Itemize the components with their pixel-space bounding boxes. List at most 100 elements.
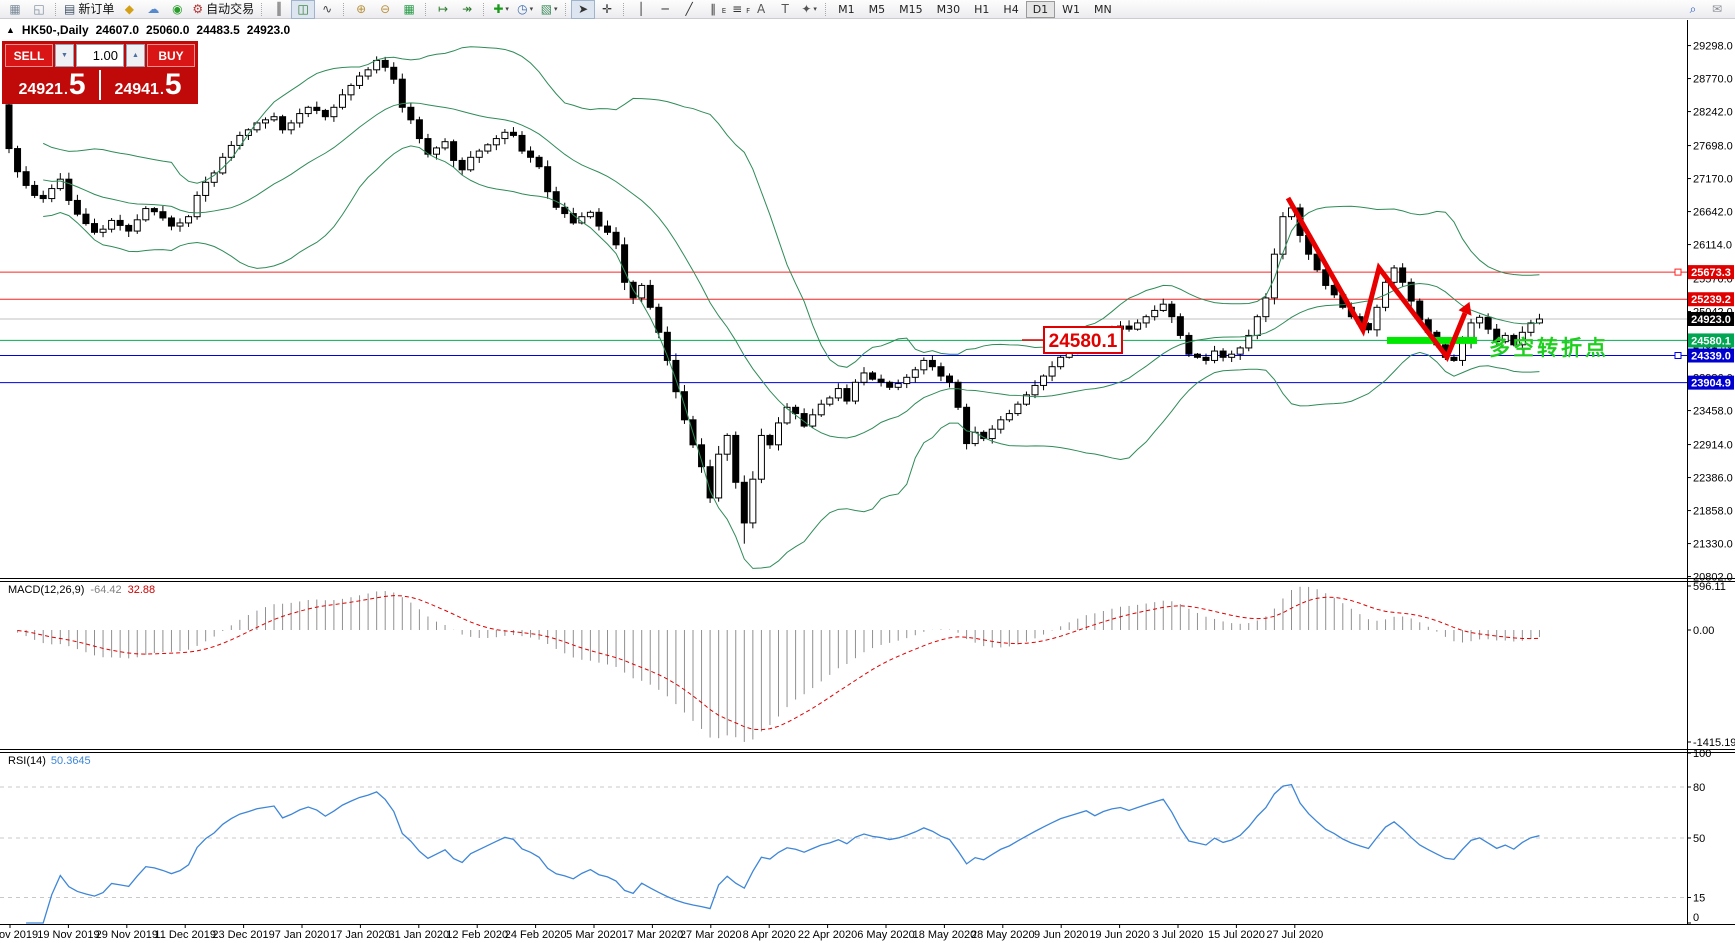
bollinger-bands (42, 46, 1540, 569)
panel-collapse-icon[interactable]: ▲ (6, 25, 15, 35)
svg-text:24339.0: 24339.0 (1691, 351, 1731, 363)
timeframe-m30[interactable]: M30 (930, 1, 968, 18)
svg-text:18 May 2020: 18 May 2020 (913, 929, 977, 941)
bar-chart-icon[interactable]: ║ (267, 0, 291, 19)
buy-button[interactable]: BUY (147, 44, 195, 67)
crosshair-icon[interactable]: ✛ (595, 0, 619, 19)
new-order-icon-glyph: ▤ (64, 1, 76, 16)
chart-area: 29298.0 28770.0 28242.0 27698.0 27170.0 26642… (0, 20, 1735, 941)
sell-price[interactable]: 24921 . 5 (5, 68, 99, 101)
fibonacci-icon[interactable]: ≡ F (725, 0, 750, 19)
pane-separators[interactable] (0, 578, 1735, 925)
svg-text:24923.0: 24923.0 (1691, 314, 1731, 326)
horizontal-line-icon[interactable]: ─ (653, 0, 677, 19)
candles (5, 56, 1543, 544)
timeframe-m5[interactable]: M5 (862, 1, 893, 18)
svg-text:3 Jul 2020: 3 Jul 2020 (1153, 929, 1204, 941)
timeframe-h4[interactable]: H4 (996, 1, 1025, 18)
new-order-icon-label: 新订单 (78, 1, 115, 16)
buy-price-frac: 5 (164, 68, 182, 101)
macd-axis: 596.110.00-1415.19 (1687, 581, 1735, 749)
periods-icon[interactable]: ◷ ▾ (513, 0, 537, 19)
svg-text:17 Jan 2020: 17 Jan 2020 (330, 929, 391, 941)
timeframe-mn[interactable]: MN (1087, 1, 1119, 18)
cursor-icon[interactable]: ➤ (571, 0, 596, 19)
ohlc-close: 24923.0 (246, 23, 291, 37)
bollinger-middle (43, 102, 1540, 439)
templates-icon-glyph: ▧ (540, 1, 553, 16)
vertical-line-icon[interactable]: │ (629, 0, 653, 19)
timeframe-m15[interactable]: M15 (892, 1, 930, 18)
timeframe-w1[interactable]: W1 (1055, 1, 1087, 18)
svg-text:7 Nov 2019: 7 Nov 2019 (0, 929, 38, 941)
panels-icon-glyph: ▦ (9, 1, 21, 16)
line-chart-icon-glyph: ∿ (322, 1, 333, 16)
buy-price[interactable]: 24941 . 5 (101, 68, 195, 101)
timeframe-h1[interactable]: H1 (967, 1, 996, 18)
dropdown-caret-icon: ▾ (554, 4, 558, 13)
chat-icon[interactable]: ✉ (1705, 0, 1729, 19)
price-callout-text: 24580.1 (1049, 331, 1118, 352)
hline-handle[interactable] (1674, 268, 1682, 276)
arrows-icon[interactable]: ✦ ▾ (797, 0, 821, 19)
publisher-icon-glyph: ☁ (147, 1, 160, 16)
equidistant-channel-icon[interactable]: ∥ E (701, 0, 726, 19)
text-label-icon[interactable]: T (773, 0, 797, 19)
svg-text:22914.0: 22914.0 (1693, 440, 1733, 452)
svg-text:15 Jul 2020: 15 Jul 2020 (1208, 929, 1265, 941)
sell-button[interactable]: SELL (5, 44, 53, 67)
templates-icon[interactable]: ▧ ▾ (537, 0, 561, 19)
signal-icon[interactable]: ◉ (165, 0, 189, 19)
panels-icon[interactable]: ▦ (3, 0, 27, 19)
timeframe-m1[interactable]: M1 (831, 1, 862, 18)
toolbar-separator (623, 2, 625, 16)
candlestick-chart-icon[interactable]: ◫ (291, 0, 316, 19)
auto-scroll-icon-glyph: ↦ (438, 1, 449, 16)
fibonacci-icon-glyph: ≡ (732, 1, 743, 16)
new-order-icon[interactable]: ▤ 新订单 (61, 0, 117, 19)
horizontal-lines[interactable] (0, 271, 1687, 384)
rsi-label: RSI(14) 50.3645 (8, 755, 91, 767)
chart-shift-icon[interactable]: ↠ (455, 0, 479, 19)
vertical-line-icon-glyph: │ (637, 1, 645, 16)
indicators-icon[interactable]: ✚ ▾ (489, 0, 513, 19)
svg-text:28242.0: 28242.0 (1693, 107, 1733, 119)
volume-input[interactable]: 1.00 (76, 44, 124, 67)
one-click-trading-panel: SELL ▼ 1.00 ▲ BUY 24921 . 5 24941 . 5 (2, 41, 198, 104)
date-axis[interactable]: 7 Nov 201919 Nov 201929 Nov 201911 Dec 2… (0, 925, 1323, 941)
text-icon[interactable]: A (749, 0, 773, 19)
styler-icon[interactable]: ◆ (117, 0, 141, 19)
toolbar-separator (565, 2, 567, 16)
line-chart-icon[interactable]: ∿ (315, 0, 339, 19)
toolbar: ▦ ◱ ▤ 新订单 ◆ ☁ ◉ ⚙ 自动交易 ║ ◫ ∿ ⊕ ⊖ ▦ ↦ ↠ ✚ ▾ ◷ ▾ ▧ ▾ ➤ ✛ │ ─ ╱ ∥ E ≡ F A T ✦… (0, 0, 1735, 19)
zoom-in-icon[interactable]: ⊕ (349, 0, 373, 19)
timeframe-d1[interactable]: D1 (1025, 0, 1056, 18)
zoom-out-icon[interactable]: ⊖ (373, 0, 397, 19)
sell-price-frac: 5 (68, 68, 86, 101)
svg-text:21330.0: 21330.0 (1693, 539, 1733, 551)
svg-text:21858.0: 21858.0 (1693, 506, 1733, 518)
ohlc-high: 25060.0 (146, 23, 190, 37)
volume-decrease-button[interactable]: ▼ (55, 44, 74, 67)
volume-increase-button[interactable]: ▲ (126, 44, 145, 67)
svg-text:26642.0: 26642.0 (1693, 207, 1733, 219)
periods-icon-glyph: ◷ (517, 1, 528, 16)
auto-scroll-icon[interactable]: ↦ (431, 0, 455, 19)
search-icon[interactable]: ⌕ (1681, 0, 1705, 19)
tile-windows-icon[interactable]: ▦ (397, 0, 421, 19)
svg-text:80: 80 (1693, 782, 1705, 794)
trendline-icon[interactable]: ╱ (677, 0, 701, 19)
dropdown-caret-icon: ▾ (505, 4, 509, 13)
cursor-icon-glyph: ➤ (578, 1, 589, 16)
arrows-icon-glyph: ✦ (801, 1, 812, 16)
publisher-icon[interactable]: ☁ (141, 0, 165, 19)
autotrading-icon-glyph: ⚙ (192, 1, 204, 16)
signal-icon-glyph: ◉ (172, 1, 183, 16)
autotrading-icon[interactable]: ⚙ 自动交易 (189, 0, 257, 19)
svg-text:27170.0: 27170.0 (1693, 174, 1733, 186)
hline-handle[interactable] (1674, 352, 1682, 359)
svg-text:596.11: 596.11 (1693, 581, 1726, 593)
turning-point-label[interactable]: 多空转折点 (1489, 336, 1609, 360)
crosshair-icon-glyph: ✛ (602, 1, 613, 16)
data-window-icon[interactable]: ◱ (27, 0, 51, 19)
